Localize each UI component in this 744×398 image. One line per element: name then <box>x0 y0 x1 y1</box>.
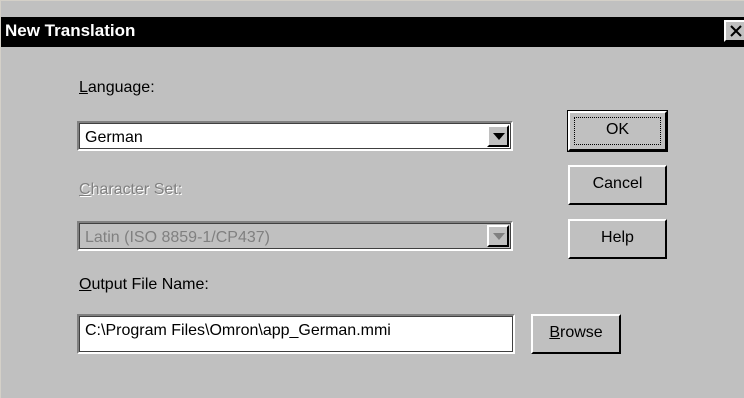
cancel-button-label: Cancel <box>592 175 643 192</box>
help-button-label: Help <box>601 229 634 246</box>
browse-button-label: Browse <box>549 324 603 341</box>
title-bar[interactable]: New Translation <box>1 17 744 47</box>
character-set-selected-value: Latin (ISO 8859-1/CP437) <box>85 229 270 246</box>
close-icon <box>730 25 742 37</box>
browse-button[interactable]: Browse <box>531 314 621 354</box>
ok-button[interactable]: OK <box>567 110 668 152</box>
close-button[interactable] <box>724 20 744 42</box>
help-button[interactable]: Help <box>568 219 667 259</box>
character-set-dropdown-button <box>487 225 509 247</box>
language-combobox[interactable]: German <box>77 121 513 151</box>
ok-button-label: OK <box>605 121 630 138</box>
cancel-button[interactable]: Cancel <box>568 165 667 205</box>
character-set-combobox: Latin (ISO 8859-1/CP437) <box>77 221 513 251</box>
language-dropdown-button[interactable] <box>487 125 509 147</box>
output-file-label: Output File Name: <box>79 276 209 293</box>
chevron-down-icon <box>493 133 505 140</box>
language-label: Language: <box>79 79 155 96</box>
character-set-label: Character Set: <box>79 181 183 198</box>
output-file-value: C:\Program Files\Omron\app_German.mmi <box>85 322 391 339</box>
output-file-input[interactable]: C:\Program Files\Omron\app_German.mmi <box>77 314 515 354</box>
chevron-down-icon <box>493 233 505 240</box>
new-translation-dialog: New Translation Language: German Charact… <box>0 0 744 398</box>
dialog-title: New Translation <box>5 21 136 40</box>
language-selected-value: German <box>85 129 143 146</box>
